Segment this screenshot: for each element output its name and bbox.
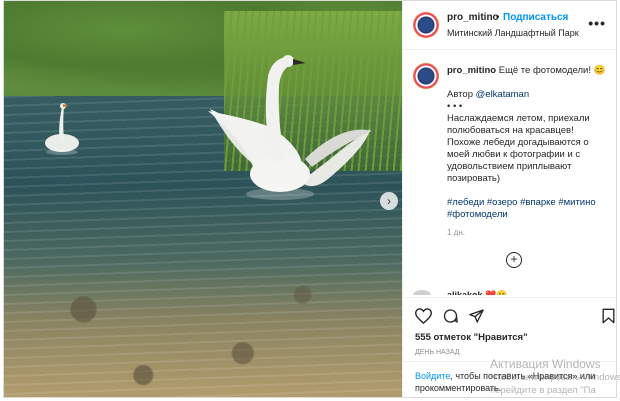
comments-section: pro_mitino Ещё те фотомодели! 😊 Автор @e… <box>403 50 616 295</box>
comment-preview: alikakok ❤️😊 <box>447 290 507 295</box>
heart-icon[interactable] <box>415 308 432 324</box>
login-link[interactable]: Войдите <box>415 371 450 381</box>
caption-time: 1 дн. <box>447 228 465 237</box>
next-photo-button[interactable]: › <box>380 192 398 210</box>
username-link[interactable]: pro_mitino <box>447 12 499 23</box>
bookmark-icon[interactable] <box>601 308 616 324</box>
caption-avatar[interactable] <box>413 63 439 89</box>
location-link[interactable]: Митинский Ландшафтный Парк <box>447 28 579 38</box>
caption-emoji: 😊 <box>593 65 606 76</box>
hashtags[interactable]: #лебеди #озеро #впарке #митино #фотомоде… <box>447 197 608 221</box>
author-prefix: Автор <box>447 89 473 100</box>
more-options-button[interactable]: ••• <box>588 15 606 31</box>
share-icon[interactable] <box>468 308 485 324</box>
post-photo[interactable]: › <box>4 1 402 397</box>
caption-text: Ещё те фотомодели! <box>498 65 592 76</box>
comment-icon[interactable] <box>442 308 459 324</box>
author-handle-link[interactable]: @elkataman <box>476 89 529 100</box>
comment-emoji: ❤️😊 <box>485 290 508 295</box>
swan-main <box>208 55 372 200</box>
photo-stones <box>4 251 402 397</box>
caption-body: Наслаждаемся летом, приехали полюбоватьс… <box>447 113 590 184</box>
caption-username[interactable]: pro_mitino <box>447 65 496 76</box>
post-sidebar: pro_mitino • Подписаться Митинский Ландш… <box>402 1 616 397</box>
avatar[interactable] <box>413 12 439 38</box>
likes-count[interactable]: 555 отметок "Нравится" <box>415 332 528 343</box>
comment-username[interactable]: alikakok <box>447 290 483 295</box>
login-prompt: Войдите, чтобы поставить «Нравится» или … <box>403 361 616 397</box>
instagram-post: › pro_mitino • Подписаться Митинский Лан… <box>3 0 617 398</box>
chevron-right-icon: › <box>387 194 391 208</box>
load-more-comments-button[interactable]: + <box>506 252 522 268</box>
comment-avatar[interactable] <box>413 290 431 295</box>
caption: pro_mitino Ещё те фотомодели! 😊 Автор @e… <box>447 65 608 239</box>
separator-dot: • <box>496 12 500 23</box>
swan-far <box>45 103 79 155</box>
post-header: pro_mitino • Подписаться Митинский Ландш… <box>403 1 616 50</box>
posted-ago: ДЕНЬ НАЗАД <box>415 349 460 356</box>
follow-button[interactable]: Подписаться <box>503 12 568 23</box>
caption-dots: • • • <box>447 101 463 112</box>
